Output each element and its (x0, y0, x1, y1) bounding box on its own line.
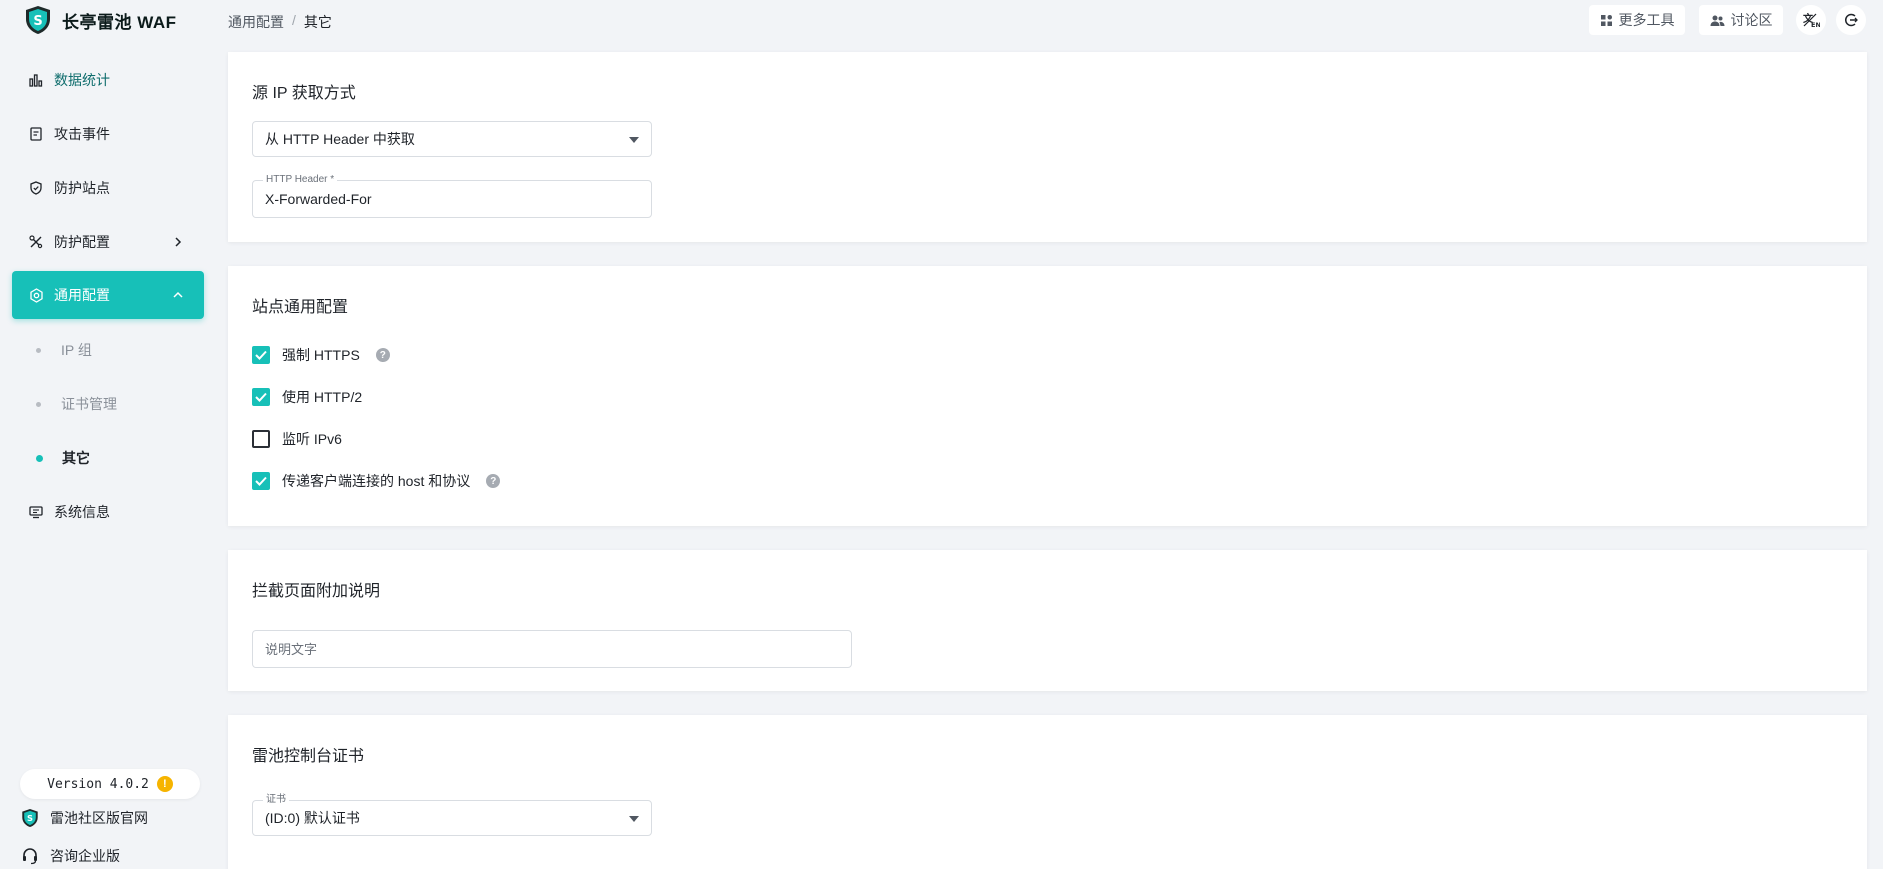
chevron-right-icon (175, 237, 182, 247)
console-cert-title: 雷池控制台证书 (252, 748, 365, 765)
svg-text:S: S (27, 813, 33, 823)
sidebar-subitem-cert-management[interactable]: 证书管理 (12, 384, 204, 424)
sidebar-item-label: 通用配置 (54, 287, 110, 303)
sidebar-item-label: 数据统计 (54, 72, 110, 88)
listen-ipv6-checkbox[interactable]: 监听 IPv6 (252, 429, 342, 449)
document-icon (28, 126, 44, 142)
logout-button[interactable] (1836, 5, 1866, 35)
use-http2-checkbox[interactable]: 使用 HTTP/2 (252, 387, 362, 407)
checkbox-checked-icon (252, 472, 270, 490)
checkbox-label: 强制 HTTPS (282, 347, 360, 363)
force-https-checkbox[interactable]: 强制 HTTPS ? (252, 345, 390, 365)
chevron-up-icon (173, 291, 183, 298)
checkbox-unchecked-icon (252, 430, 270, 448)
help-icon[interactable]: ? (486, 474, 501, 488)
sidebar-item-general-config[interactable]: 通用配置 (12, 271, 204, 319)
svg-text:S: S (33, 14, 42, 29)
apps-grid-icon (1600, 14, 1612, 26)
sidebar-item-label: 攻击事件 (54, 126, 110, 142)
http-header-field[interactable]: HTTP Header * X-Forwarded-For (252, 174, 652, 218)
sidebar-subitem-other[interactable]: 其它 (12, 438, 204, 478)
enterprise-consult-label: 咨询企业版 (50, 848, 120, 864)
checkbox-checked-icon (252, 346, 270, 364)
checkbox-label: 监听 IPv6 (282, 431, 342, 447)
sidebar-subitem-ip-group[interactable]: IP 组 (12, 330, 204, 370)
brand-title: 长亭雷池 WAF (62, 12, 177, 32)
shield-logo-icon: S (20, 808, 40, 828)
community-site-link[interactable]: S 雷池社区版官网 (20, 806, 148, 830)
site-config-title: 站点通用配置 (252, 299, 349, 316)
bullet-dot (36, 454, 43, 462)
sidebar-item-system-info[interactable]: 系统信息 (12, 488, 204, 536)
warning-icon: ! (156, 776, 173, 792)
sidebar-item-label: 防护配置 (54, 234, 110, 250)
sidebar-subitem-label: IP 组 (61, 342, 92, 358)
shield-icon (28, 180, 44, 196)
logout-icon (1844, 13, 1858, 27)
enterprise-consult-link[interactable]: 咨询企业版 (20, 844, 120, 868)
console-cert-select-label: 证书 (263, 794, 289, 806)
checkbox-checked-icon (252, 388, 270, 406)
brand[interactable]: S 长亭雷池 WAF (24, 4, 177, 36)
more-tools-button[interactable]: 更多工具 (1589, 5, 1685, 35)
sidebar-item-statistics[interactable]: 数据统计 (12, 56, 204, 104)
source-ip-card: 源 IP 获取方式 从 HTTP Header 中获取 HTTP Header … (228, 52, 1867, 242)
pass-host-protocol-checkbox[interactable]: 传递客户端连接的 host 和协议 ? (252, 471, 501, 491)
monitor-icon (28, 504, 44, 520)
tools-icon (28, 234, 44, 250)
forum-button[interactable]: 讨论区 (1699, 5, 1783, 35)
breadcrumb-parent[interactable]: 通用配置 (228, 12, 284, 32)
sidebar-item-protected-sites[interactable]: 防护站点 (12, 164, 204, 212)
source-ip-select[interactable]: 从 HTTP Header 中获取 (252, 121, 652, 157)
bullet-dot (36, 401, 41, 407)
sidebar-subitem-label: 其它 (62, 450, 90, 466)
dropdown-caret-icon (629, 137, 639, 143)
block-page-title: 拦截页面附加说明 (252, 583, 381, 600)
checkbox-label: 使用 HTTP/2 (282, 389, 363, 405)
help-icon[interactable]: ? (375, 348, 390, 362)
bar-chart-icon (28, 72, 44, 88)
users-icon (1710, 15, 1724, 26)
sidebar-subitem-label: 证书管理 (61, 396, 117, 412)
console-cert-select[interactable]: 证书 (ID:0) 默认证书 (252, 794, 652, 836)
version-badge[interactable]: Version 4.0.2 ! (20, 769, 200, 799)
site-config-card: 站点通用配置 强制 HTTPS ? 使用 HTTP/2 监听 IPv6 传递客户… (228, 266, 1867, 526)
block-page-note-input[interactable] (252, 630, 852, 668)
breadcrumb: 通用配置 / 其它 (228, 12, 332, 32)
sidebar-item-protection-config[interactable]: 防护配置 (12, 218, 204, 266)
language-switch-button[interactable]: 文 EN (1796, 5, 1826, 35)
sidebar-item-label: 防护站点 (54, 180, 110, 196)
language-switch-icon: 文EN (1803, 12, 1820, 28)
sidebar-item-label: 系统信息 (54, 504, 110, 520)
community-site-label: 雷池社区版官网 (50, 810, 148, 826)
breadcrumb-separator: / (292, 12, 296, 28)
dropdown-caret-icon (629, 816, 639, 822)
shield-s-logo-icon: S (26, 6, 50, 34)
forum-label: 讨论区 (1730, 12, 1773, 28)
block-page-card: 拦截页面附加说明 (228, 550, 1867, 691)
sidebar-item-attack-events[interactable]: 攻击事件 (12, 110, 204, 158)
console-cert-select-value: (ID:0) 默认证书 (265, 810, 360, 826)
breadcrumb-current: 其它 (303, 14, 332, 30)
svg-text:EN: EN (1811, 21, 1820, 28)
bullet-dot (36, 347, 41, 353)
more-tools-label: 更多工具 (1618, 12, 1675, 28)
sidebar: S 长亭雷池 WAF 数据统计 攻击事件 防护站点 防护配置 通用配置 IP 组… (0, 0, 216, 869)
checkbox-label: 传递客户端连接的 host 和协议 (282, 473, 471, 489)
headset-icon (20, 846, 40, 866)
source-ip-select-value: 从 HTTP Header 中获取 (265, 131, 415, 147)
source-ip-title: 源 IP 获取方式 (252, 85, 356, 102)
console-cert-card: 雷池控制台证书 证书 (ID:0) 默认证书 (228, 715, 1867, 869)
http-header-field-value: X-Forwarded-For (265, 191, 372, 207)
settings-icon (28, 287, 44, 303)
http-header-field-label: HTTP Header * (263, 174, 338, 186)
version-text: Version 4.0.2 (47, 776, 149, 792)
